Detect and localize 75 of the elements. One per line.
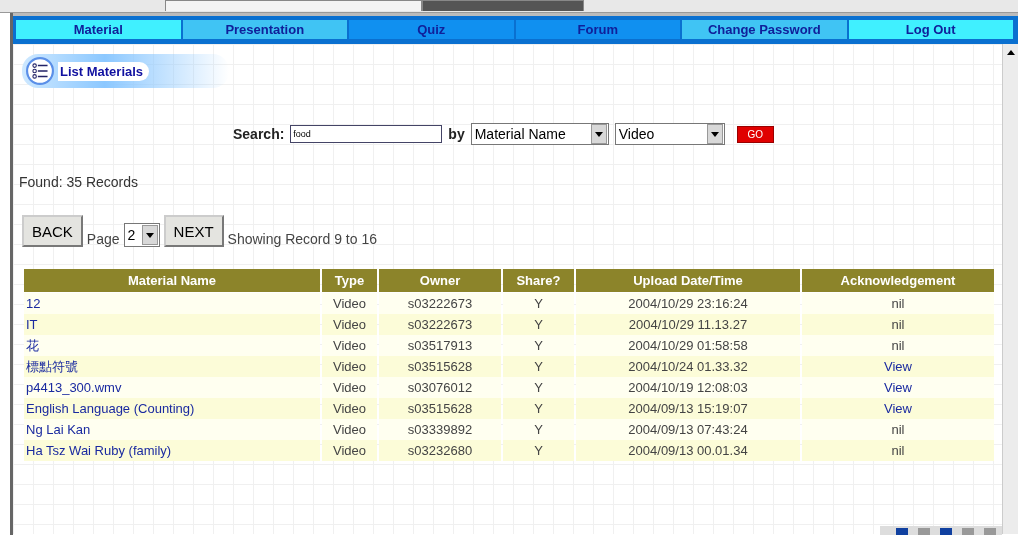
view-link[interactable]: View	[802, 398, 994, 419]
view-link[interactable]: View	[802, 356, 994, 377]
table-cell: nil	[802, 314, 994, 335]
table-cell: 2004/10/24 01.33.32	[576, 356, 800, 377]
page-title: List Materials	[58, 61, 150, 81]
page-label: Page	[86, 231, 120, 247]
nav-tab[interactable]: Material	[16, 20, 183, 39]
column-header: Owner	[379, 269, 501, 293]
material-link[interactable]: IT	[24, 314, 320, 335]
scroll-up-icon[interactable]	[1006, 50, 1015, 55]
column-header: Acknowledgement	[802, 269, 994, 293]
table-cell: nil	[802, 335, 994, 356]
next-button[interactable]: NEXT	[163, 215, 224, 247]
table-cell: Y	[503, 440, 574, 461]
material-link[interactable]: 花	[24, 335, 320, 356]
table-cell: nil	[802, 440, 994, 461]
table-cell: s03339892	[379, 419, 501, 440]
table-cell: Video	[322, 335, 377, 356]
table-cell: Y	[503, 293, 574, 314]
table-cell: 2004/09/13 07:43:24	[576, 419, 800, 440]
column-header: Upload Date/Time	[576, 269, 800, 293]
nav-tab[interactable]: Change Password	[682, 20, 849, 39]
nav-tab[interactable]: Forum	[515, 20, 682, 39]
table-cell: Y	[503, 419, 574, 440]
table-cell: s03515628	[379, 356, 501, 377]
material-link[interactable]: English Language (Counting)	[24, 398, 320, 419]
material-link[interactable]: 標點符號	[24, 356, 320, 377]
by-label: by	[448, 126, 465, 142]
back-button[interactable]: BACK	[22, 215, 83, 247]
nav-tab[interactable]: Log Out	[848, 20, 1015, 39]
record-range: Showing Record 9 to 16	[227, 231, 377, 247]
table-cell: Video	[322, 314, 377, 335]
table-cell: 2004/10/29 01:58:58	[576, 335, 800, 356]
page-dropdown[interactable]: 2	[123, 223, 160, 247]
table-cell: Video	[322, 398, 377, 419]
column-header: Type	[322, 269, 377, 293]
go-button[interactable]: GO	[736, 125, 774, 143]
table-cell: s03517913	[379, 335, 501, 356]
column-header: Share?	[503, 269, 574, 293]
material-link[interactable]: p4413_300.wmv	[24, 377, 320, 398]
table-cell: s03515628	[379, 398, 501, 419]
column-header: Material Name	[24, 269, 320, 293]
table-cell: s03076012	[379, 377, 501, 398]
table-cell: 2004/10/19 12:08:03	[576, 377, 800, 398]
table-cell: Video	[322, 440, 377, 461]
nav-tab[interactable]: Presentation	[182, 20, 349, 39]
table-cell: 2004/09/13 00.01.34	[576, 440, 800, 461]
table-cell: Y	[503, 377, 574, 398]
table-cell: Video	[322, 356, 377, 377]
list-icon	[26, 57, 54, 85]
material-link[interactable]: 12	[24, 293, 320, 314]
table-cell: 2004/09/13 15:19:07	[576, 398, 800, 419]
table-cell: s03222673	[379, 293, 501, 314]
search-field[interactable]: food	[290, 125, 443, 143]
table-cell: Y	[503, 398, 574, 419]
table-cell: Video	[322, 419, 377, 440]
table-cell: s03222673	[379, 314, 501, 335]
search-label: Search:	[233, 126, 285, 142]
material-link[interactable]: Ng Lai Kan	[24, 419, 320, 440]
nav-tab[interactable]: Quiz	[349, 20, 516, 39]
field-dropdown[interactable]: Material Name	[470, 123, 609, 145]
material-link[interactable]: Ha Tsz Wai Ruby (family)	[24, 440, 320, 461]
table-cell: 2004/10/29 23:16:24	[576, 293, 800, 314]
table-cell: Y	[503, 314, 574, 335]
type-dropdown[interactable]: Video	[614, 123, 725, 145]
table-cell: Video	[322, 293, 377, 314]
record-count: Found: 35 Records	[19, 174, 140, 190]
table-cell: nil	[802, 419, 994, 440]
table-cell: Y	[503, 335, 574, 356]
table-cell: s03232680	[379, 440, 501, 461]
table-cell: nil	[802, 293, 994, 314]
view-link[interactable]: View	[802, 377, 994, 398]
table-cell: 2004/10/29 11.13.27	[576, 314, 800, 335]
table-cell: Y	[503, 356, 574, 377]
table-cell: Video	[322, 377, 377, 398]
